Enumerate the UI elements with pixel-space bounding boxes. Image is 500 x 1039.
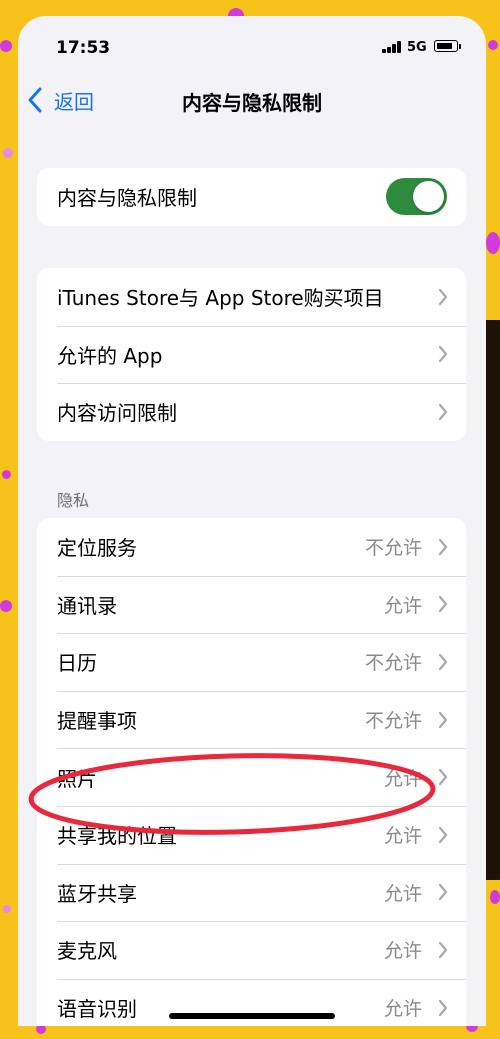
back-button[interactable]: 返回 (26, 84, 94, 116)
chevron-right-icon (438, 653, 448, 671)
restrictions-group: iTunes Store与 App Store购买项目 允许的 App 内容访问… (37, 268, 466, 441)
row-label: 定位服务 (57, 536, 137, 561)
row-label: iTunes Store与 App Store购买项目 (57, 286, 384, 311)
row-value: 不允许 (364, 652, 422, 675)
battery-cap (459, 44, 461, 49)
decor-dot (0, 600, 12, 612)
list-item-calendars[interactable]: 日历 不允许 (37, 633, 466, 691)
phone-screen: 17:53 5G 内容与隐私限制 返回 内容与隐私限制 iTunes Store… (18, 16, 486, 1026)
chevron-right-icon (438, 538, 448, 555)
background-object (486, 320, 500, 880)
chevron-right-icon (438, 769, 448, 786)
navigation-bar: 内容与隐私限制 返回 (18, 80, 486, 120)
list-item-location-services[interactable]: 定位服务 不允许 (37, 518, 466, 576)
chevron-right-icon (438, 941, 448, 959)
decor-dot (0, 40, 12, 52)
row-label: 照片 (57, 766, 97, 791)
list-item-microphone[interactable]: 麦克风 允许 (37, 921, 466, 979)
list-item-itunes-purchases[interactable]: iTunes Store与 App Store购买项目 (37, 268, 466, 326)
row-value: 不允许 (364, 710, 422, 733)
row-label: 通讯录 (57, 593, 117, 618)
chevron-right-icon (438, 884, 448, 901)
chevron-left-icon (28, 87, 42, 113)
row-value: 允许 (383, 825, 422, 848)
row-value: 允许 (383, 998, 422, 1021)
list-item-allowed-apps[interactable]: 允许的 App (37, 325, 466, 384)
row-label: 允许的 App (57, 343, 163, 368)
row-label: 提醒事项 (57, 709, 137, 734)
row-value: 允许 (383, 767, 422, 790)
back-label: 返回 (54, 89, 94, 114)
master-toggle-row: 内容与隐私限制 (37, 168, 466, 226)
decor-dot (490, 890, 500, 904)
network-type: 5G (407, 40, 427, 55)
chevron-right-icon (438, 346, 448, 363)
row-label: 共享我的位置 (57, 824, 177, 849)
row-value: 不允许 (364, 537, 422, 560)
list-item-contacts[interactable]: 通讯录 允许 (37, 575, 466, 634)
decor-dot (488, 40, 498, 50)
chevron-right-icon (438, 596, 448, 613)
row-value: 允许 (383, 882, 422, 905)
status-time: 17:53 (56, 38, 111, 58)
chevron-right-icon (438, 288, 448, 305)
chevron-right-icon (438, 403, 448, 421)
row-label: 日历 (57, 651, 97, 676)
row-value: 允许 (383, 594, 422, 617)
row-label: 语音识别 (57, 997, 137, 1022)
list-item-content-restrictions[interactable]: 内容访问限制 (37, 383, 466, 441)
status-bar: 17:53 5G (18, 16, 486, 76)
chevron-right-icon (438, 999, 448, 1016)
row-label: 内容访问限制 (57, 401, 177, 426)
chevron-right-icon (438, 711, 448, 728)
row-label: 蓝牙共享 (57, 881, 137, 906)
decor-dot (486, 232, 500, 254)
chevron-right-icon (438, 826, 448, 843)
list-item-bluetooth-sharing[interactable]: 蓝牙共享 允许 (37, 863, 466, 922)
decor-dot (3, 905, 11, 913)
battery-icon (434, 40, 458, 52)
decor-dot (3, 148, 13, 158)
row-value: 允许 (383, 940, 422, 963)
list-item-photos[interactable]: 照片 允许 (37, 748, 466, 806)
master-toggle-group: 内容与隐私限制 (37, 168, 466, 226)
content-privacy-toggle[interactable] (386, 178, 447, 215)
list-item-reminders[interactable]: 提醒事项 不允许 (37, 690, 466, 749)
privacy-group: 定位服务 不允许 通讯录 允许 日历 不允许 提醒事项 不允许 照片 允许 共享… (37, 518, 466, 1026)
section-header-privacy: 隐私 (57, 491, 90, 510)
home-indicator (169, 1013, 335, 1019)
toggle-knob (413, 181, 444, 212)
signal-bars-icon (382, 41, 402, 53)
row-label: 麦克风 (57, 939, 117, 964)
list-item-share-location[interactable]: 共享我的位置 允许 (37, 805, 466, 864)
decor-dot (2, 470, 11, 479)
master-toggle-label: 内容与隐私限制 (57, 186, 197, 211)
